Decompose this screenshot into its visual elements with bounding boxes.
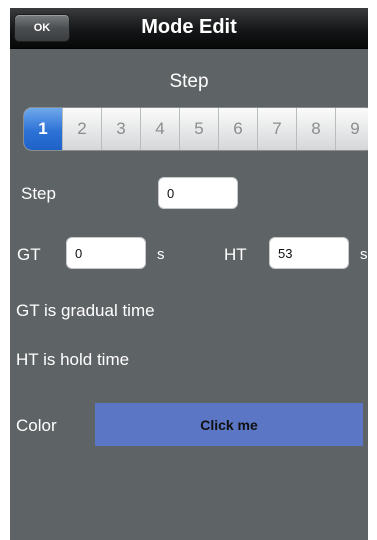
- color-picker-button[interactable]: Click me: [95, 403, 363, 446]
- color-label: Color: [16, 416, 57, 435]
- step-segment-3[interactable]: 3: [102, 108, 141, 150]
- step-segment-7[interactable]: 7: [258, 108, 297, 150]
- screen: OK Mode Edit Step 1 2 3 4 5 6 7 8 9 Step…: [10, 8, 368, 540]
- step-segment-8[interactable]: 8: [297, 108, 336, 150]
- step-section-title: Step: [169, 71, 209, 92]
- ht-label: HT: [224, 245, 247, 264]
- step-segment-5[interactable]: 5: [180, 108, 219, 150]
- ht-note: HT is hold time: [16, 350, 130, 369]
- step-segment-2[interactable]: 2: [63, 108, 102, 150]
- step-input[interactable]: 0: [158, 177, 238, 209]
- gt-label: GT: [17, 245, 41, 264]
- gt-input[interactable]: 0: [66, 237, 146, 269]
- ht-input[interactable]: 53: [269, 237, 349, 269]
- ht-unit-label: s: [360, 246, 368, 263]
- gt-note: GT is gradual time: [16, 301, 155, 320]
- step-segmented-control: 1 2 3 4 5 6 7 8 9: [23, 107, 368, 151]
- page-title: Mode Edit: [141, 16, 237, 38]
- step-segment-6[interactable]: 6: [219, 108, 258, 150]
- step-segment-9[interactable]: 9: [336, 108, 368, 150]
- step-segment-1[interactable]: 1: [24, 108, 63, 150]
- gt-unit-label: s: [157, 246, 165, 263]
- navigation-bar: OK Mode Edit: [10, 8, 368, 49]
- step-label: Step: [21, 184, 56, 203]
- step-segment-4[interactable]: 4: [141, 108, 180, 150]
